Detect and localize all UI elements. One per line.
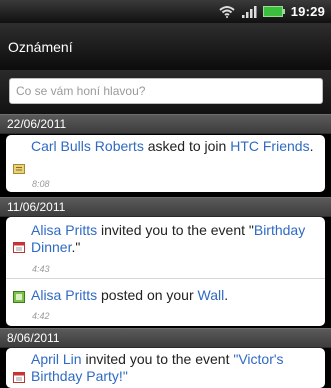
status-bar: 19:29 bbox=[0, 0, 331, 23]
notification-time: 4:43 bbox=[32, 264, 50, 274]
user-link[interactable]: April Lin bbox=[31, 351, 82, 367]
status-time: 19:29 bbox=[290, 4, 325, 19]
section-date-header: 8/06/2011 bbox=[0, 328, 331, 348]
search-input[interactable] bbox=[9, 78, 323, 104]
section-date-header: 11/06/2011 bbox=[0, 197, 331, 217]
notification-item[interactable]: Alisa Pritts posted on your Wall. 4:42 bbox=[0, 279, 331, 326]
wall-link[interactable]: Wall bbox=[198, 287, 225, 303]
event-icon bbox=[13, 372, 25, 383]
event-icon bbox=[13, 242, 25, 253]
group-link[interactable]: HTC Friends bbox=[230, 138, 309, 154]
notification-time: 8:08 bbox=[32, 179, 50, 189]
user-link[interactable]: Alisa Pritts bbox=[31, 222, 97, 238]
page-title: Oznámení bbox=[8, 39, 73, 55]
user-link[interactable]: Alisa Pritts bbox=[31, 287, 97, 303]
notification-text: Alisa Pritts posted on your Wall. bbox=[31, 287, 229, 303]
battery-icon bbox=[262, 6, 285, 17]
notification-item[interactable]: Alisa Pritts invited you to the event "B… bbox=[0, 217, 331, 274]
wifi-icon bbox=[219, 6, 235, 18]
notification-text: Carl Bulls Roberts asked to join HTC Fri… bbox=[31, 138, 314, 154]
wall-post-icon bbox=[13, 291, 25, 303]
notification-item[interactable]: Carl Bulls Roberts asked to join HTC Fri… bbox=[0, 135, 331, 192]
app-header: Oznámení bbox=[0, 23, 331, 70]
notification-time: 4:42 bbox=[32, 311, 50, 321]
notification-item[interactable]: April Lin invited you to the event "Vict… bbox=[0, 348, 331, 388]
notification-text: April Lin invited you to the event "Vict… bbox=[31, 351, 284, 384]
notification-text: Alisa Pritts invited you to the event "B… bbox=[31, 222, 306, 255]
user-link[interactable]: Carl Bulls Roberts bbox=[31, 138, 144, 154]
section-date-header: 22/06/2011 bbox=[0, 114, 331, 134]
search-bar bbox=[0, 70, 331, 114]
signal-icon bbox=[241, 6, 257, 18]
friend-request-icon bbox=[13, 164, 25, 174]
